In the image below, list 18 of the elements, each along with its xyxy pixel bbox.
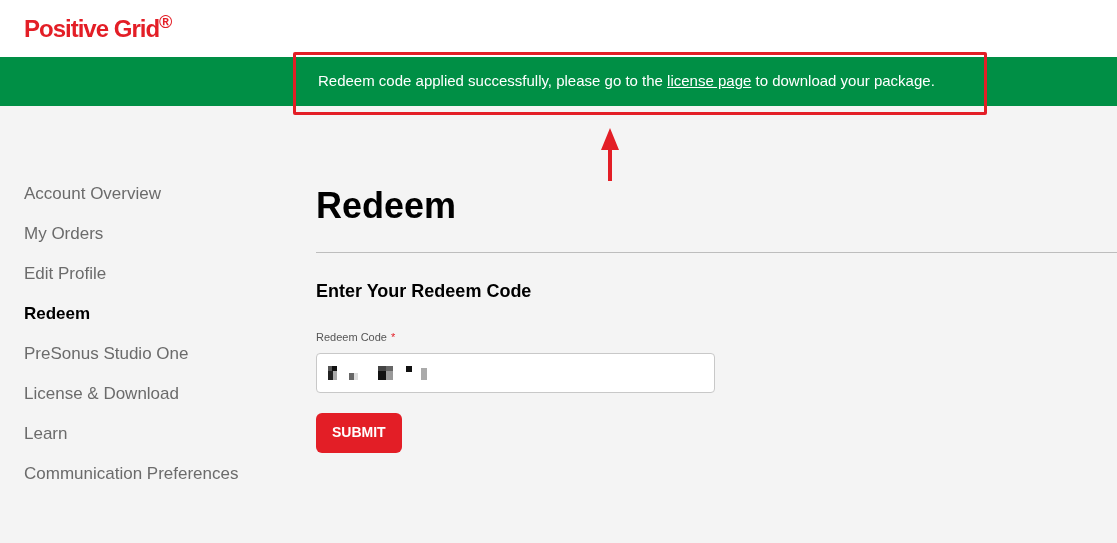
sidebar-item[interactable]: Edit Profile [24, 254, 107, 294]
submit-button[interactable]: SUBMIT [316, 412, 402, 453]
sidebar-item[interactable]: Redeem [24, 294, 91, 334]
redeem-code-field[interactable] [316, 352, 715, 393]
license-page-link[interactable]: license page [667, 72, 752, 90]
section-title: Enter Your Redeem Code [316, 280, 533, 303]
sidebar-item[interactable]: Learn [24, 414, 68, 454]
sidebar-item[interactable]: PreSonus Studio One [24, 334, 189, 374]
required-mark: * [390, 330, 396, 345]
arrow-icon [601, 128, 619, 181]
logo[interactable]: Positive Grid$^{®}$ [24, 10, 172, 47]
sidebar-item[interactable]: My Orders [24, 214, 104, 254]
sidebar-item[interactable]: License & Download [24, 374, 179, 414]
success-message: Redeem code applied successfully, please go to the license page to download your package. [318, 71, 935, 92]
sidebar-item[interactable]: Account Overview [24, 174, 161, 214]
field-label: Redeem Code [316, 330, 387, 345]
sidebar-item[interactable]: Communication Preferences [24, 454, 239, 494]
page-title: Redeem [316, 186, 458, 226]
